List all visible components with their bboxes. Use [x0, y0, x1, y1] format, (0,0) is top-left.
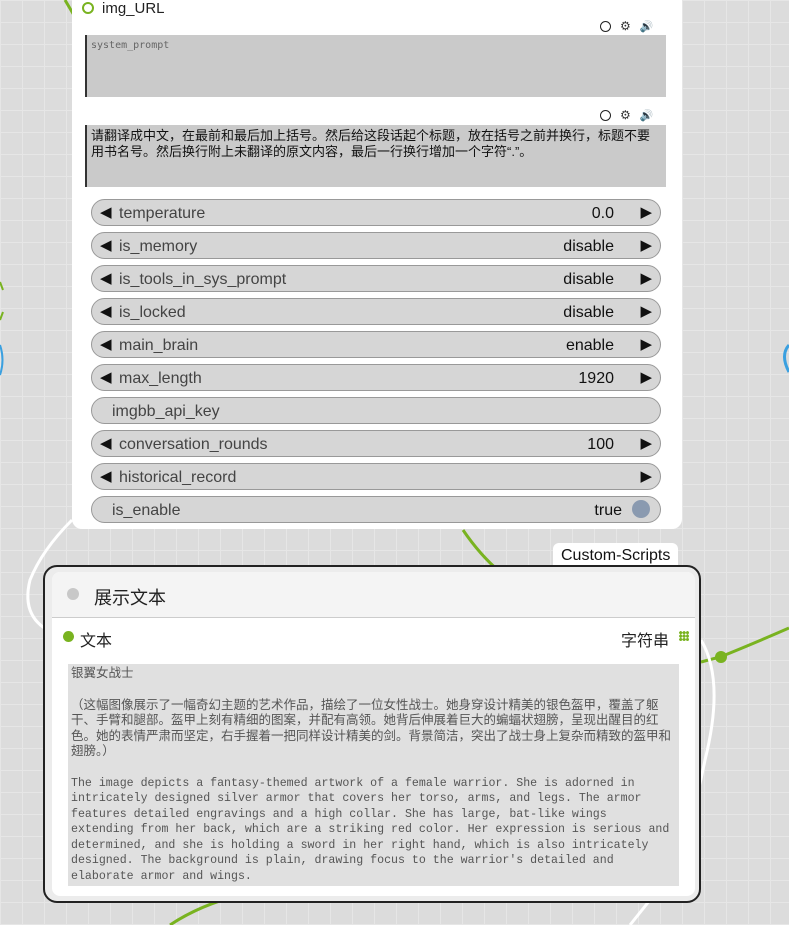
widget-imgbb-api-key[interactable]: imgbb_api_key: [91, 397, 661, 424]
widget-label: conversation_rounds: [119, 436, 268, 453]
widget-label: is_memory: [119, 238, 198, 255]
display-text-node-body: 展示文本 文本 字符串 银翼女战士 （这幅图像展示了一幅奇幻主题的艺术作品，描绘…: [52, 572, 695, 896]
widget-value: disable: [563, 271, 614, 288]
wire-green-right: [700, 626, 789, 664]
widget-conversation-rounds[interactable]: ◀ conversation_rounds 100 ▶: [91, 430, 661, 457]
speaker-icon[interactable]: 🔊: [640, 20, 654, 33]
node-title: 展示文本: [94, 588, 166, 608]
input-slot-img-url[interactable]: img_URL: [82, 0, 165, 17]
widget-main-brain[interactable]: ◀ main_brain enable ▶: [91, 331, 661, 358]
user-prompt-textarea[interactable]: 请翻译成中文，在最前和最后加上括号。然后给这段话起个标题，放在括号之前并换行，标…: [85, 125, 666, 187]
user-prompt-text: 请翻译成中文，在最前和最后加上括号。然后给这段话起个标题，放在括号之前并换行，标…: [91, 128, 651, 159]
decrement-arrow-icon[interactable]: ◀: [100, 269, 112, 287]
widget-is-enable[interactable]: is_enable true: [91, 496, 661, 523]
output-chinese: （这幅图像展示了一幅奇幻主题的艺术作品，描绘了一位女性战士。她身穿设计精美的银色…: [71, 697, 672, 759]
widget-label: max_length: [119, 370, 202, 387]
gear-icon[interactable]: ⚙: [620, 108, 631, 122]
node-header[interactable]: 展示文本: [52, 572, 695, 618]
widget-label: is_enable: [112, 502, 181, 519]
decrement-arrow-icon[interactable]: ◀: [100, 236, 112, 254]
widget-value: enable: [565, 337, 614, 354]
wire-blue-edge: [783, 343, 789, 373]
widget-temperature[interactable]: ◀ temperature 0.0 ▶: [91, 199, 661, 226]
widget-label: main_brain: [119, 337, 199, 354]
circle-icon[interactable]: [600, 20, 611, 32]
increment-arrow-icon[interactable]: ▶: [640, 269, 652, 287]
increment-arrow-icon[interactable]: ▶: [640, 203, 652, 221]
widget-value: 100: [587, 436, 614, 453]
input-slot-dot[interactable]: [82, 2, 94, 14]
toggle-knob[interactable]: [632, 500, 650, 518]
wire-green-edge-left: [0, 281, 4, 321]
widget-value: true: [594, 502, 622, 519]
widget-label: is_tools_in_sys_prompt: [119, 271, 287, 288]
decrement-arrow-icon[interactable]: ◀: [100, 203, 112, 221]
decrement-arrow-icon[interactable]: ◀: [100, 302, 112, 320]
widget-label: imgbb_api_key: [112, 403, 220, 420]
increment-arrow-icon[interactable]: ▶: [640, 368, 652, 386]
output-slot-label: 字符串: [620, 633, 669, 650]
increment-arrow-icon[interactable]: ▶: [640, 434, 652, 452]
speaker-icon[interactable]: 🔊: [640, 109, 654, 122]
widget-label: historical_record: [119, 469, 237, 486]
output-title: 银翼女战士: [71, 666, 134, 680]
llm-node[interactable]: img_URL ⚙ 🔊 system_prompt ⚙ 🔊 请翻译成中文，在最前…: [72, 0, 682, 529]
increment-arrow-icon[interactable]: ▶: [640, 302, 652, 320]
decrement-arrow-icon[interactable]: ◀: [100, 467, 112, 485]
widget-label: is_locked: [119, 304, 186, 321]
wire-blue-edge-left: [0, 344, 4, 376]
widget-is-memory[interactable]: ◀ is_memory disable ▶: [91, 232, 661, 259]
increment-arrow-icon[interactable]: ▶: [640, 335, 652, 353]
widget-historical-record[interactable]: ◀ historical_record ▶: [91, 463, 661, 490]
display-text-node[interactable]: 展示文本 文本 字符串 银翼女战士 （这幅图像展示了一幅奇幻主题的艺术作品，描绘…: [43, 565, 701, 903]
widget-value: 1920: [578, 370, 614, 387]
wire-junction-dot: [715, 651, 727, 663]
grid-icon[interactable]: [679, 631, 689, 641]
widget-value: disable: [563, 304, 614, 321]
system-prompt-placeholder: system_prompt: [91, 40, 170, 51]
widget-max-length[interactable]: ◀ max_length 1920 ▶: [91, 364, 661, 391]
widget-label: temperature: [119, 205, 206, 222]
widget-value: disable: [563, 238, 614, 255]
increment-arrow-icon[interactable]: ▶: [640, 467, 652, 485]
user-prompt-controls: ⚙ 🔊: [600, 108, 653, 122]
output-text-area[interactable]: 银翼女战士 （这幅图像展示了一幅奇幻主题的艺术作品，描绘了一位女性战士。她身穿设…: [68, 664, 679, 886]
widget-is-locked[interactable]: ◀ is_locked disable ▶: [91, 298, 661, 325]
widget-value: 0.0: [591, 205, 614, 222]
gear-icon[interactable]: ⚙: [620, 19, 631, 33]
decrement-arrow-icon[interactable]: ◀: [100, 368, 112, 386]
widget-is-tools-in-sys-prompt[interactable]: ◀ is_tools_in_sys_prompt disable ▶: [91, 265, 661, 292]
system-prompt-textarea[interactable]: system_prompt: [85, 35, 666, 97]
input-slot-dot[interactable]: [63, 631, 74, 642]
increment-arrow-icon[interactable]: ▶: [640, 236, 652, 254]
input-slot-label: 文本: [80, 633, 113, 650]
system-prompt-controls: ⚙ 🔊: [600, 19, 653, 33]
circle-icon[interactable]: [600, 109, 611, 121]
decrement-arrow-icon[interactable]: ◀: [100, 434, 112, 452]
output-english: The image depicts a fantasy-themed artwo…: [71, 776, 670, 883]
collapse-dot-icon[interactable]: [67, 588, 79, 600]
input-slot-label: img_URL: [102, 0, 165, 17]
decrement-arrow-icon[interactable]: ◀: [100, 335, 112, 353]
